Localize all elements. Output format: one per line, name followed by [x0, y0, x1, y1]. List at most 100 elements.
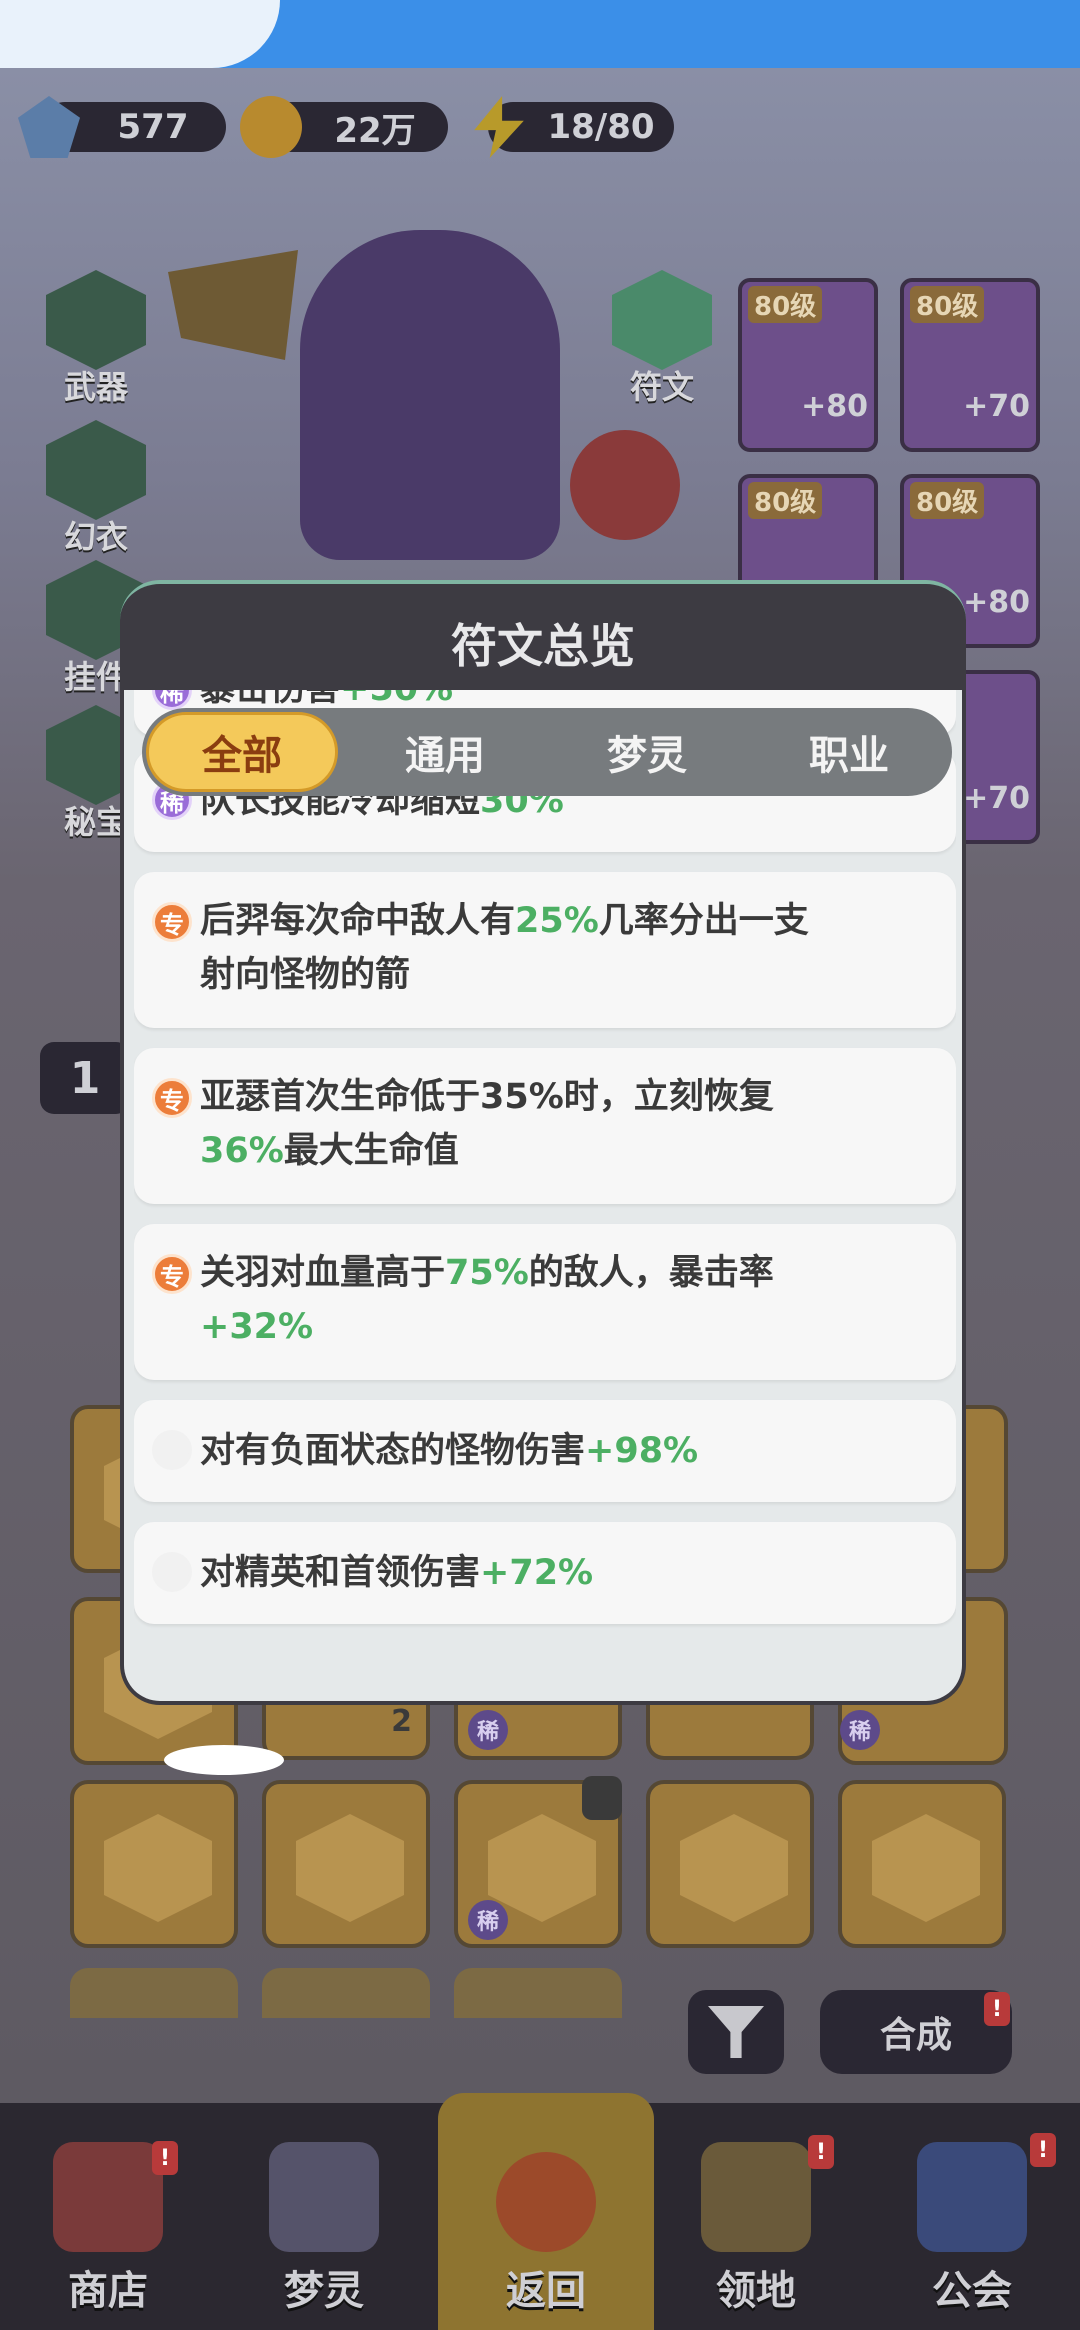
rune-value: +98%: [585, 1431, 699, 1471]
outfit-button[interactable]: 幻衣: [36, 420, 156, 558]
quality-dot: [152, 1430, 192, 1470]
quality-dot: [152, 1552, 192, 1592]
inventory-cell[interactable]: [646, 1780, 814, 1948]
gear-bonus: +80: [801, 389, 868, 424]
character-avatar[interactable]: [300, 230, 560, 560]
inventory-cell[interactable]: [838, 1780, 1006, 1948]
gold-coin-icon: [240, 96, 302, 158]
rune-item-icon: [488, 1814, 596, 1922]
filter-icon: [708, 2006, 764, 2058]
rune-description: 后羿每次命中敌人有25%几率分出一支射向怪物的箭: [200, 894, 840, 1002]
exclusive-badge: 专: [152, 1078, 192, 1118]
modal-header: 符文总览: [120, 580, 966, 690]
rune-entry: 对有负面状态的怪物伤害+98%: [134, 1400, 956, 1502]
alert-badge: !: [984, 1992, 1010, 2026]
weapon-button[interactable]: 武器: [36, 270, 156, 408]
nav-territory[interactable]: 领地 !: [648, 2103, 864, 2330]
rune-list[interactable]: 稀暴击伤害+50%稀队长技能冷却缩短30%专后羿每次命中敌人有25%几率分出一支…: [134, 690, 956, 1695]
shirt-icon: [46, 420, 146, 520]
rune-value: 25%: [515, 901, 599, 941]
modal-body: 全部 通用 梦灵 职业 稀暴击伤害+50%稀队长技能冷却缩短30%专后羿每次命中…: [120, 690, 966, 1705]
rune-value: +32%: [200, 1307, 314, 1347]
inventory-cell[interactable]: [454, 1968, 622, 2018]
rune-item-icon: [872, 1814, 980, 1922]
rune-text: 对精英和首领伤害: [200, 1553, 481, 1593]
gear-level: 80级: [910, 482, 985, 519]
exclusive-badge: 专: [152, 1254, 192, 1294]
energy-value: 18/80: [547, 107, 655, 147]
inventory-cell[interactable]: [70, 1780, 238, 1948]
rune-text: 对有负面状态的怪物伤害: [200, 1431, 586, 1471]
rune-entry: 对精英和首领伤害+72%: [134, 1522, 956, 1624]
gear-bonus: +80: [963, 585, 1030, 620]
rune-entry: 专亚瑟首次生命低于35%时，立刻恢复 36%最大生命值: [134, 1048, 956, 1204]
inventory-cell[interactable]: [70, 1968, 238, 2018]
gear-level: 80级: [748, 286, 823, 323]
rune-value: +50%: [340, 690, 453, 709]
alert-badge: !: [808, 2135, 834, 2169]
shop-icon: [53, 2142, 163, 2252]
filter-button[interactable]: [688, 1990, 784, 2074]
sword-icon: [46, 270, 146, 370]
gold-value: 22万: [334, 110, 416, 151]
inventory-cell[interactable]: [262, 1968, 430, 2018]
gems-value: 577: [117, 107, 189, 147]
inventory-cell[interactable]: [262, 1780, 430, 1948]
rune-value: +72%: [480, 1553, 594, 1593]
speech-bubble-dot: [202, 1746, 232, 1758]
rune-text: 关羽对血量高于: [200, 1253, 446, 1293]
guild-hat-icon: [917, 2142, 1027, 2252]
gear-slot-helmet[interactable]: 80级 +80: [738, 278, 878, 452]
inventory-cell[interactable]: 稀: [454, 1776, 622, 1948]
lock-icon: [582, 1776, 622, 1820]
rune-value: 75%: [445, 1253, 529, 1293]
door-icon: [701, 2142, 811, 2252]
gear-bonus: +70: [963, 389, 1030, 424]
robot-icon: [269, 2142, 379, 2252]
rune-tabs: 全部 通用 梦灵 职业: [142, 708, 952, 796]
alert-badge: !: [152, 2141, 178, 2175]
rune-item-icon: [296, 1814, 404, 1922]
nav-dream-spirit-label: 梦灵: [284, 2268, 364, 2314]
rune-text: 的敌人，暴击率: [528, 1253, 774, 1293]
gear-level: 80级: [748, 482, 823, 519]
tab-dream-spirit[interactable]: 梦灵: [546, 708, 748, 796]
alert-badge: !: [1030, 2133, 1056, 2167]
nav-shop-label: 商店: [68, 2268, 148, 2314]
rune-description: 对有负面状态的怪物伤害+98%: [200, 1424, 840, 1478]
gear-level: 80级: [910, 286, 985, 323]
rune-button[interactable]: 符文: [602, 270, 722, 408]
rune-description: 关羽对血量高于75%的敌人，暴击率 +32%: [200, 1246, 840, 1354]
exclusive-badge: 专: [152, 902, 192, 942]
nav-territory-label: 领地: [716, 2268, 796, 2314]
rare-badge: 稀: [152, 690, 192, 710]
rune-item-icon: [104, 1814, 212, 1922]
gear-slot-armor[interactable]: 80级 +70: [900, 278, 1040, 452]
rune-icon: [612, 270, 712, 370]
cloud: [0, 0, 280, 68]
rune-text: 暴击伤害: [200, 690, 340, 709]
tab-all[interactable]: 全部: [146, 712, 338, 792]
rune-text: 最大生命值: [283, 1131, 459, 1171]
rare-badge: 稀: [468, 1900, 508, 1940]
nav-guild-label: 公会: [932, 2268, 1012, 2314]
tab-general[interactable]: 通用: [344, 708, 546, 796]
bottom-nav: 商店 ! 梦灵 返回 领地 ! 公会 !: [0, 2093, 1080, 2330]
gear-bonus: +70: [963, 781, 1030, 816]
nav-guild[interactable]: 公会 !: [864, 2103, 1080, 2330]
nav-back-label: 返回: [506, 2268, 586, 2314]
rune-entry: 专关羽对血量高于75%的敌人，暴击率 +32%: [134, 1224, 956, 1380]
team-number: 1: [40, 1042, 130, 1114]
nav-shop[interactable]: 商店 !: [0, 2103, 216, 2330]
nav-back[interactable]: 返回: [438, 2093, 654, 2330]
tab-class[interactable]: 职业: [748, 708, 950, 796]
rune-entry: 专后羿每次命中敌人有25%几率分出一支射向怪物的箭: [134, 872, 956, 1028]
rune-description: 对精英和首领伤害+72%: [200, 1546, 840, 1600]
rune-value: 36%: [200, 1131, 284, 1171]
back-arrow-icon: [496, 2152, 596, 2252]
modal-title: 符文总览: [451, 619, 635, 673]
rune-overview-modal: 符文总览 全部 通用 梦灵 职业 稀暴击伤害+50%稀队长技能冷却缩短30%专后…: [120, 580, 966, 1775]
nav-dream-spirit[interactable]: 梦灵: [216, 2103, 432, 2330]
companion-flower: [570, 430, 680, 540]
rune-description: 亚瑟首次生命低于35%时，立刻恢复 36%最大生命值: [200, 1070, 840, 1178]
